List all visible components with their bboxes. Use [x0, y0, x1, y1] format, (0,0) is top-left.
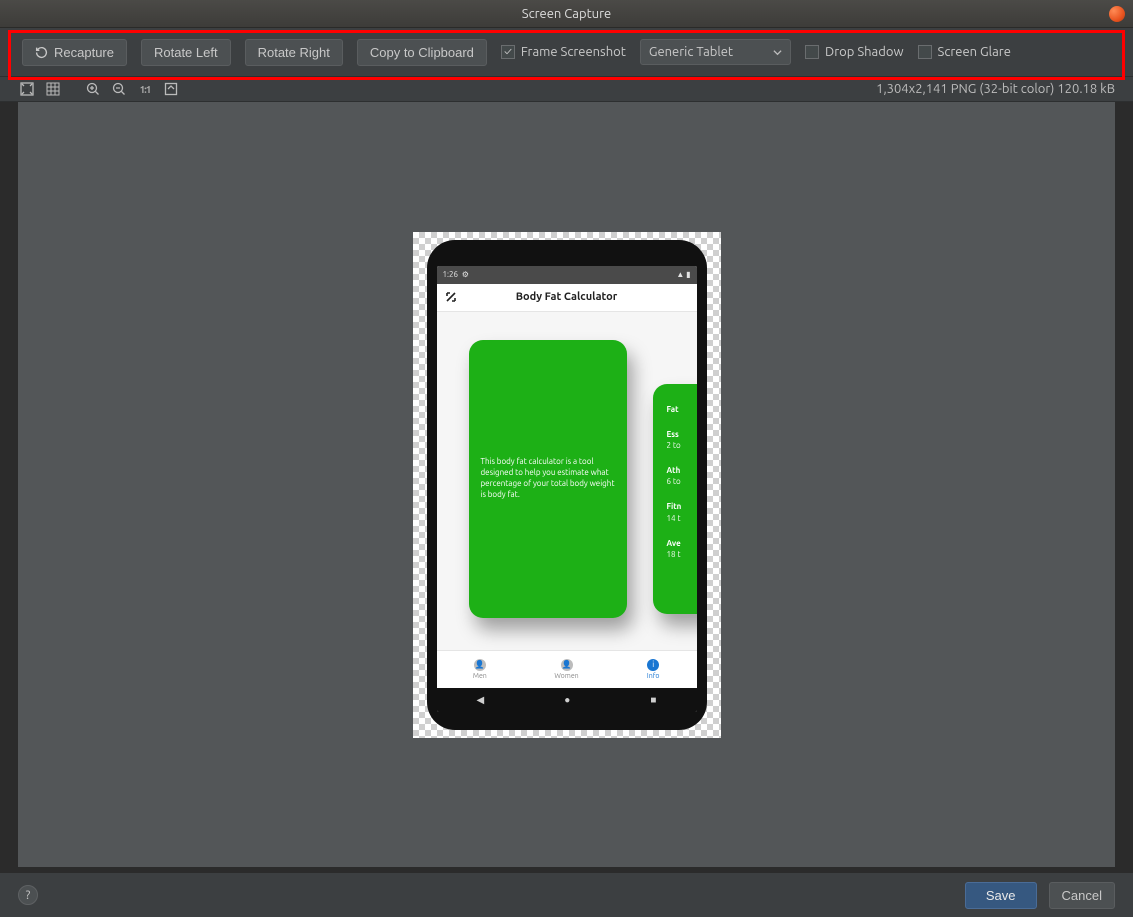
- app-body: This body fat calculator is a tool desig…: [437, 312, 697, 650]
- android-navbar: ◀ ● ■: [437, 688, 697, 712]
- app-bottom-tabs: 👤 Men 👤 Women i Info: [437, 650, 697, 688]
- titlebar: Screen Capture: [0, 0, 1133, 28]
- info-card-text: This body fat calculator is a tool desig…: [481, 456, 615, 501]
- checkbox-box-icon: [805, 45, 819, 59]
- recapture-button[interactable]: Recapture: [22, 39, 127, 66]
- zoom-in-icon[interactable]: [84, 80, 102, 98]
- nav-back-icon: ◀: [477, 694, 485, 706]
- back-icon: [445, 291, 457, 303]
- nav-home-icon: ●: [564, 694, 570, 706]
- copy-clipboard-button[interactable]: Copy to Clipboard: [357, 39, 487, 66]
- expand-icon[interactable]: [162, 80, 180, 98]
- rotate-left-button[interactable]: Rotate Left: [141, 39, 231, 66]
- chevron-down-icon: [773, 48, 782, 57]
- rotate-right-button[interactable]: Rotate Right: [245, 39, 343, 66]
- info-icon: i: [647, 659, 659, 671]
- tablet-screen: 1:26 ⚙ ▲ ▮ Body Fat Calculator This body…: [437, 266, 697, 712]
- grid-icon[interactable]: [44, 80, 62, 98]
- android-statusbar: 1:26 ⚙ ▲ ▮: [437, 266, 697, 284]
- checkerboard-bg: 1:26 ⚙ ▲ ▮ Body Fat Calculator This body…: [413, 232, 721, 738]
- zoom-out-icon[interactable]: [110, 80, 128, 98]
- checkbox-box-icon: ✓: [501, 45, 515, 59]
- checkbox-box-icon: [918, 45, 932, 59]
- window-title: Screen Capture: [522, 7, 611, 21]
- zoom-toolbar: 1:1 1,304x2,141 PNG (32-bit color) 120.1…: [0, 76, 1133, 102]
- help-icon[interactable]: ?: [18, 885, 38, 905]
- app-header: Body Fat Calculator: [437, 284, 697, 312]
- cancel-button[interactable]: Cancel: [1049, 882, 1115, 909]
- actual-size-button[interactable]: 1:1: [136, 80, 154, 98]
- frame-screenshot-checkbox[interactable]: ✓ Frame Screenshot: [501, 45, 626, 59]
- close-icon[interactable]: [1109, 6, 1125, 22]
- dialog-footer: ? Save Cancel: [0, 873, 1133, 917]
- person-icon: 👤: [561, 659, 573, 671]
- screen-glare-checkbox[interactable]: Screen Glare: [918, 45, 1011, 59]
- info-card-categories: Fat Ess2 to Ath6 to Fitn14 t Ave18 t: [653, 384, 697, 614]
- signal-battery-icon: ▲ ▮: [676, 270, 690, 279]
- drop-shadow-checkbox[interactable]: Drop Shadow: [805, 45, 903, 59]
- preview-canvas[interactable]: 1:26 ⚙ ▲ ▮ Body Fat Calculator This body…: [18, 102, 1115, 867]
- tab-women: 👤 Women: [523, 651, 610, 688]
- tablet-frame: 1:26 ⚙ ▲ ▮ Body Fat Calculator This body…: [427, 240, 707, 730]
- app-title: Body Fat Calculator: [516, 291, 618, 303]
- tab-info: i Info: [610, 651, 697, 688]
- refresh-icon: [35, 46, 48, 59]
- save-button[interactable]: Save: [965, 882, 1037, 909]
- gear-icon: ⚙: [462, 270, 469, 279]
- info-card-main: This body fat calculator is a tool desig…: [469, 340, 627, 618]
- main-toolbar: Recapture Rotate Left Rotate Right Copy …: [0, 28, 1133, 76]
- tab-men: 👤 Men: [437, 651, 524, 688]
- person-icon: 👤: [474, 659, 486, 671]
- fit-screen-icon[interactable]: [18, 80, 36, 98]
- nav-recent-icon: ■: [650, 694, 656, 706]
- device-dropdown[interactable]: Generic Tablet: [640, 39, 791, 65]
- image-info-status: 1,304x2,141 PNG (32-bit color) 120.18 kB: [876, 82, 1115, 96]
